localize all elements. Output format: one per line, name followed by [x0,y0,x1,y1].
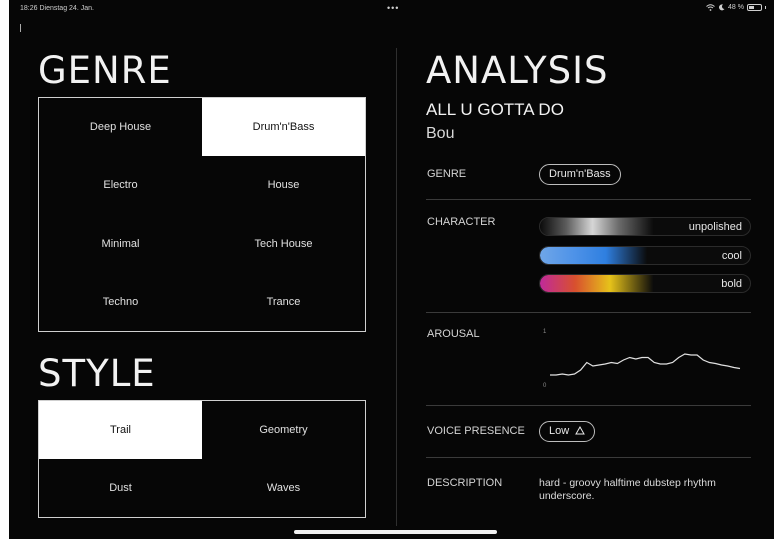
genre-option[interactable]: House [202,156,365,214]
genre-heading: GENRE [38,49,172,92]
character-bar: bold [539,274,751,293]
artist-name: Bou [426,125,455,142]
status-bar: 18:26 Dienstag 24. Jan. ••• 48 % [9,0,774,18]
separator [426,199,751,200]
genre-option[interactable]: Trance [202,273,365,331]
character-bar: cool [539,246,751,265]
style-heading: STYLE [38,352,156,395]
analysis-heading: ANALYSIS [426,49,609,92]
track-title: ALL U GOTTA DO [426,100,564,119]
genre-option[interactable]: Drum'n'Bass [202,98,365,157]
status-indicators: 48 % [706,4,766,11]
description-text: hard - groovy halftime dubstep rhythm un… [539,477,716,502]
genre-option[interactable]: Tech House [202,215,365,273]
status-time-date: 18:26 Dienstag 24. Jan. [20,5,94,12]
battery-percent: 48 % [728,4,744,11]
genre-option[interactable]: Electro [39,156,202,214]
genre-row-label: GENRE [427,168,467,180]
character-bar: unpolished [539,217,751,236]
style-option[interactable]: Dust [39,459,202,517]
arousal-chart [550,353,741,376]
character-bar-fill [540,247,750,264]
genre-option[interactable]: Minimal [39,215,202,273]
character-row-label: CHARACTER [427,216,496,228]
style-option[interactable]: Trail [39,401,202,459]
style-grid: Trail Geometry Dust Waves [38,400,366,518]
description-label: DESCRIPTION [427,477,503,489]
multitasking-dots[interactable]: ••• [387,3,399,13]
column-divider [396,48,397,526]
separator [426,405,751,406]
genre-option[interactable]: Techno [39,273,202,331]
character-bar-fill [540,275,750,292]
sidebar-handle[interactable] [20,24,21,32]
style-option[interactable]: Waves [202,459,365,517]
genre-grid: Deep House Drum'n'Bass Electro House Minimal… [38,97,366,332]
arousal-row-label: AROUSAL [427,328,480,340]
genre-pill[interactable]: Drum'n'Bass [539,164,621,185]
character-bar-label: unpolished [688,221,742,233]
voice-presence-value: Low [549,425,570,437]
genre-option[interactable]: Deep House [39,98,202,156]
wifi-icon [706,4,715,11]
style-option[interactable]: Geometry [202,401,365,459]
character-bar-label: bold [721,278,742,290]
arousal-axis-min: 0 [543,383,547,389]
app-screen: 18:26 Dienstag 24. Jan. ••• 48 % GENRE D… [9,0,774,539]
home-indicator[interactable] [294,530,497,534]
arousal-axis-max: 1 [543,329,547,335]
voice-presence-label: VOICE PRESENCE [427,425,525,437]
separator [426,457,751,458]
arousal-line [550,353,741,376]
separator [426,312,751,313]
voice-presence-pill[interactable]: Low [539,421,596,442]
triangle-icon [575,425,586,435]
moon-icon [719,4,725,11]
battery-icon [747,4,762,11]
character-bar-label: cool [721,250,742,262]
